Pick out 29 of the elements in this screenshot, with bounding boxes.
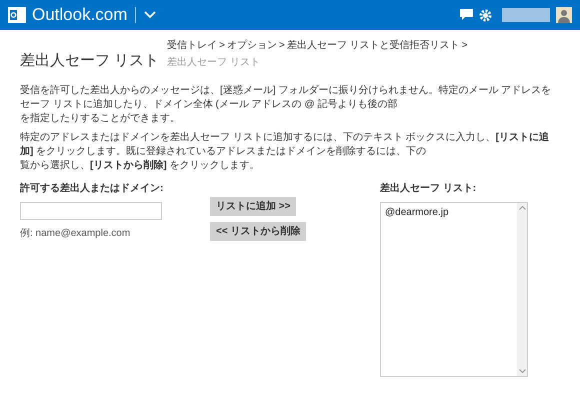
brand-name[interactable]: Outlook.com (32, 2, 128, 28)
settings-icon[interactable] (479, 8, 492, 22)
envelope-logo-icon (8, 7, 26, 23)
remove-from-list-button[interactable]: << リストから削除 (210, 222, 306, 241)
chat-icon[interactable] (460, 9, 473, 21)
description-text: 特定のアドレスまたはドメインを差出人セーフ リストに追加するには、下のテキスト ボックスに入力し、[リストに追加] をクリックします。既に登録されているアドレスまたはドメインを削除するには、下の (20, 131, 550, 159)
description-text: 受信を許可した差出人からのメッセージは、[迷惑メール] フォルダーに振り分けられません。特定のメール アドレスをセーフ リストに追加したり、ドメイン全体 (メール アドレスの @ 記号よりも後の部 (20, 84, 552, 112)
chevron-down-icon[interactable] (144, 11, 156, 19)
scroll-up-icon[interactable] (518, 206, 526, 210)
breadcrumb-separator: > (462, 39, 468, 53)
breadcrumb-link[interactable]: オプション (227, 38, 278, 53)
list-label: 差出人セーフ リスト: (380, 182, 478, 196)
description-text: 覧から選択し、[リストから削除] をクリックします。 (20, 159, 260, 173)
sender-input-field[interactable] (20, 202, 162, 220)
scrollbar[interactable] (517, 203, 527, 376)
add-to-list-button[interactable]: リストに追加 >> (210, 197, 296, 216)
safe-sender-listbox[interactable]: @dearmore.jp (380, 202, 528, 377)
breadcrumb-link[interactable]: 受信トレイ (167, 38, 218, 53)
description-text: を指定したりすることができます。 (20, 112, 181, 126)
breadcrumb-separator: > (279, 39, 285, 53)
field-label: 許可する差出人またはドメイン: (20, 182, 164, 196)
blurred-name (502, 8, 550, 22)
breadcrumb-separator: > (219, 39, 226, 53)
list-item[interactable]: @dearmore.jp (383, 205, 515, 220)
avatar-icon[interactable] (556, 7, 572, 23)
page-title: 差出人セーフ リスト (20, 50, 160, 70)
example-hint: 例: name@example.com (20, 227, 132, 241)
scroll-down-icon[interactable] (518, 369, 526, 373)
breadcrumb-link[interactable]: 差出人セーフ リストと受信拒否リスト (286, 38, 460, 53)
